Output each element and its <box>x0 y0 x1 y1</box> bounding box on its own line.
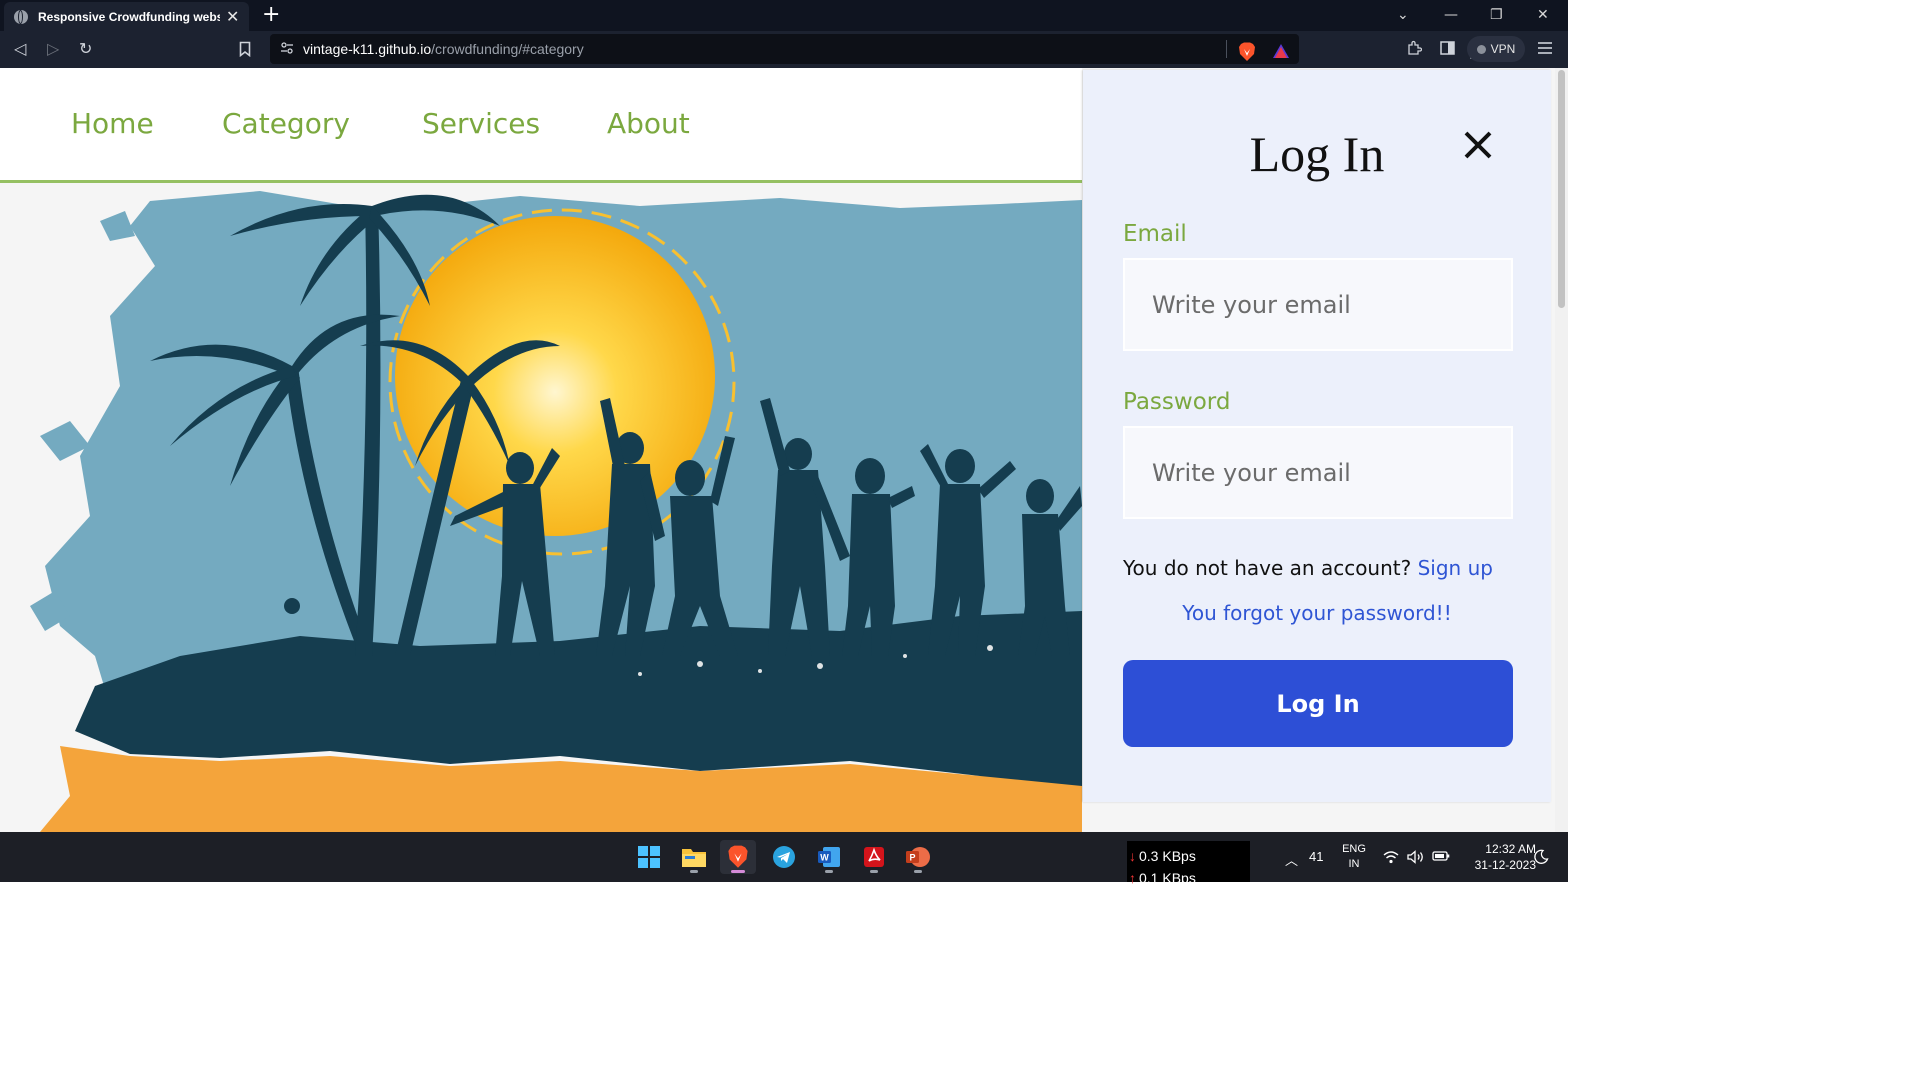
vpn-label: VPN <box>1490 42 1516 56</box>
focus-assist-moon-icon[interactable] <box>1533 849 1549 865</box>
globe-icon <box>14 9 28 24</box>
start-button[interactable] <box>631 840 667 874</box>
forward-button[interactable]: ▷ <box>47 40 59 58</box>
folder-icon <box>682 849 706 867</box>
reload-button[interactable]: ↻ <box>79 40 92 58</box>
signup-link[interactable]: Sign up <box>1418 556 1493 580</box>
download-speed: 0.3 KBps <box>1139 848 1196 864</box>
url-text[interactable]: vintage-k11.github.io/crowdfunding/#cate… <box>303 40 584 58</box>
brave-browser-icon <box>728 845 748 868</box>
minimize-button[interactable]: — <box>1444 6 1458 24</box>
nav-link-about[interactable]: About <box>607 106 690 142</box>
password-label: Password <box>1123 389 1231 415</box>
acrobat-button[interactable] <box>856 840 892 874</box>
login-panel: Log In Email Password You do not have an… <box>1083 70 1551 802</box>
powerpoint-icon: P <box>906 847 930 867</box>
login-submit-button[interactable]: Log In <box>1123 660 1513 747</box>
input-language-indicator[interactable]: ENG IN <box>1338 842 1370 872</box>
windows-taskbar: W P ↓ 0.3 KBps ↑ 0.1 KBps ︿ 41 ENG IN 12… <box>0 832 1568 886</box>
running-indicator <box>870 870 878 873</box>
battery-icon[interactable] <box>1432 850 1450 862</box>
no-account-text: You do not have an account? <box>1123 556 1412 580</box>
brave-shields-icon[interactable] <box>1238 42 1256 62</box>
page-scrollbar[interactable] <box>1555 68 1568 832</box>
show-hidden-icons-chevron-icon[interactable]: ︿ <box>1285 850 1298 869</box>
running-indicator <box>825 870 833 873</box>
wifi-icon[interactable] <box>1383 850 1399 864</box>
url-path: /crowdfunding/#category <box>431 41 584 57</box>
site-info-icon[interactable] <box>280 41 294 55</box>
telegram-icon <box>773 846 795 868</box>
email-field[interactable] <box>1123 258 1513 351</box>
vpn-status-dot <box>1476 44 1486 54</box>
powerpoint-button[interactable]: P <box>900 840 936 874</box>
upload-arrow-icon: ↑ <box>1129 870 1136 886</box>
brave-browser-button[interactable] <box>720 840 756 874</box>
forgot-password-link[interactable]: You forgot your password!! <box>1083 600 1551 626</box>
url-host: vintage-k11.github.io <box>303 41 432 57</box>
vpn-button[interactable]: VPN <box>1467 36 1525 62</box>
scrollbar-thumb[interactable] <box>1558 70 1565 308</box>
tab-title: Responsive Crowdfunding websi <box>38 9 220 24</box>
windows-logo-icon <box>638 846 660 868</box>
weather-temperature[interactable]: 41 <box>1309 849 1323 864</box>
nav-link-category[interactable]: Category <box>222 106 350 142</box>
word-button[interactable]: W <box>811 840 847 874</box>
nav-link-home[interactable]: Home <box>71 106 154 142</box>
telegram-button[interactable] <box>766 840 802 874</box>
hamburger-menu-icon[interactable] <box>1538 42 1552 54</box>
address-bar-divider <box>1226 40 1227 58</box>
volume-icon[interactable] <box>1407 850 1425 864</box>
running-indicator <box>914 870 922 873</box>
active-indicator <box>731 870 745 873</box>
file-explorer-button[interactable] <box>676 840 712 874</box>
svg-text:P: P <box>909 853 915 863</box>
pdf-reader-icon <box>864 847 884 867</box>
download-arrow-icon: ↓ <box>1129 848 1136 864</box>
new-tab-button[interactable]: + <box>262 4 280 26</box>
upload-speed: 0.1 KBps <box>1139 870 1196 886</box>
browser-tab-strip: Responsive Crowdfunding websi ✕ + ⌄ — ❐ … <box>0 0 1568 31</box>
clock-date: 31-12-2023 <box>1474 858 1536 872</box>
nav-link-services[interactable]: Services <box>422 106 540 142</box>
web-page: Home Category Services About Log In Emai… <box>0 68 1568 832</box>
running-indicator <box>690 870 698 873</box>
window-close-button[interactable]: ✕ <box>1537 6 1549 24</box>
sidebar-icon[interactable] <box>1440 41 1455 55</box>
signup-prompt: You do not have an account? Sign up <box>1123 555 1515 581</box>
tab-search-chevron-icon[interactable]: ⌄ <box>1397 6 1409 24</box>
brave-rewards-icon[interactable] <box>1272 43 1290 59</box>
network-speed-widget: ↓ 0.3 KBps ↑ 0.1 KBps <box>1127 841 1250 886</box>
close-icon[interactable] <box>1461 128 1495 162</box>
region-code: IN <box>1348 858 1360 870</box>
site-navbar: Home Category Services About <box>0 68 1082 183</box>
restore-button[interactable]: ❐ <box>1490 6 1503 24</box>
svg-text:W: W <box>820 853 829 863</box>
system-clock[interactable]: 12:32 AM 31-12-2023 <box>1456 841 1536 873</box>
address-bar[interactable]: vintage-k11.github.io/crowdfunding/#cate… <box>270 34 1484 64</box>
tab-close-icon[interactable]: ✕ <box>226 8 239 25</box>
browser-toolbar: ◁ ▷ ↻ vintage-k11.github.io/crowdfunding… <box>0 31 1568 68</box>
clock-time: 12:32 AM <box>1485 842 1536 856</box>
password-field[interactable] <box>1123 426 1513 519</box>
browser-tab[interactable]: Responsive Crowdfunding websi ✕ <box>4 2 249 31</box>
extensions-icon[interactable] <box>1406 40 1422 56</box>
language-code: ENG <box>1342 843 1366 855</box>
bookmark-icon[interactable] <box>239 41 251 57</box>
email-label: Email <box>1123 221 1187 247</box>
back-button[interactable]: ◁ <box>14 40 26 58</box>
word-icon: W <box>818 847 840 867</box>
hero-beach-party-illustration <box>0 186 1082 832</box>
